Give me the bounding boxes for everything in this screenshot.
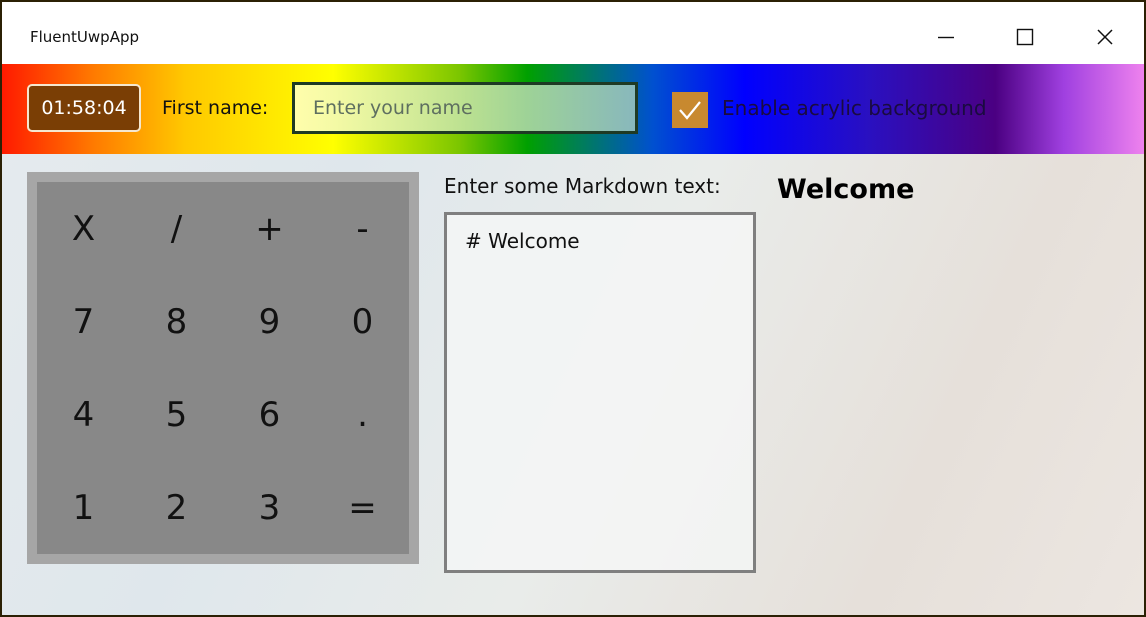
calc-key-4[interactable]: 4 [37,368,130,461]
app-window: FluentUwpApp 01:58:04 First name: Enable… [0,0,1146,617]
calc-key-8[interactable]: 8 [130,275,223,368]
window-title: FluentUwpApp [30,28,139,46]
markdown-input[interactable]: # Welcome [444,212,756,573]
calc-key-divide[interactable]: / [130,182,223,275]
calc-key-plus[interactable]: + [223,182,316,275]
calc-key-equals[interactable]: = [316,461,409,554]
calculator-pad: X / + - 7 8 9 0 4 5 6 . 1 2 3 = [27,172,419,564]
close-icon [1097,29,1113,45]
markdown-preview-heading: Welcome [777,174,915,205]
maximize-button[interactable] [996,13,1054,61]
close-button[interactable] [1076,13,1134,61]
minimize-icon [938,36,954,39]
calc-key-decimal[interactable]: . [316,368,409,461]
calc-key-1[interactable]: 1 [37,461,130,554]
calc-key-0[interactable]: 0 [316,275,409,368]
calc-key-7[interactable]: 7 [37,275,130,368]
first-name-input[interactable] [292,82,638,134]
calculator-grid: X / + - 7 8 9 0 4 5 6 . 1 2 3 = [37,182,409,554]
calc-key-minus[interactable]: - [316,182,409,275]
calc-key-2[interactable]: 2 [130,461,223,554]
first-name-label: First name: [162,97,269,119]
title-bar: FluentUwpApp [2,2,1144,64]
checkmark-icon [679,101,701,120]
calc-key-multiply[interactable]: X [37,182,130,275]
maximize-icon [1016,28,1034,46]
calc-key-3[interactable]: 3 [223,461,316,554]
acrylic-checkbox[interactable] [672,92,708,128]
markdown-input-label: Enter some Markdown text: [444,174,721,198]
clock-display: 01:58:04 [27,84,141,132]
calc-key-9[interactable]: 9 [223,275,316,368]
calc-key-6[interactable]: 6 [223,368,316,461]
minimize-button[interactable] [917,13,975,61]
acrylic-checkbox-label[interactable]: Enable acrylic background [722,96,987,120]
calc-key-5[interactable]: 5 [130,368,223,461]
